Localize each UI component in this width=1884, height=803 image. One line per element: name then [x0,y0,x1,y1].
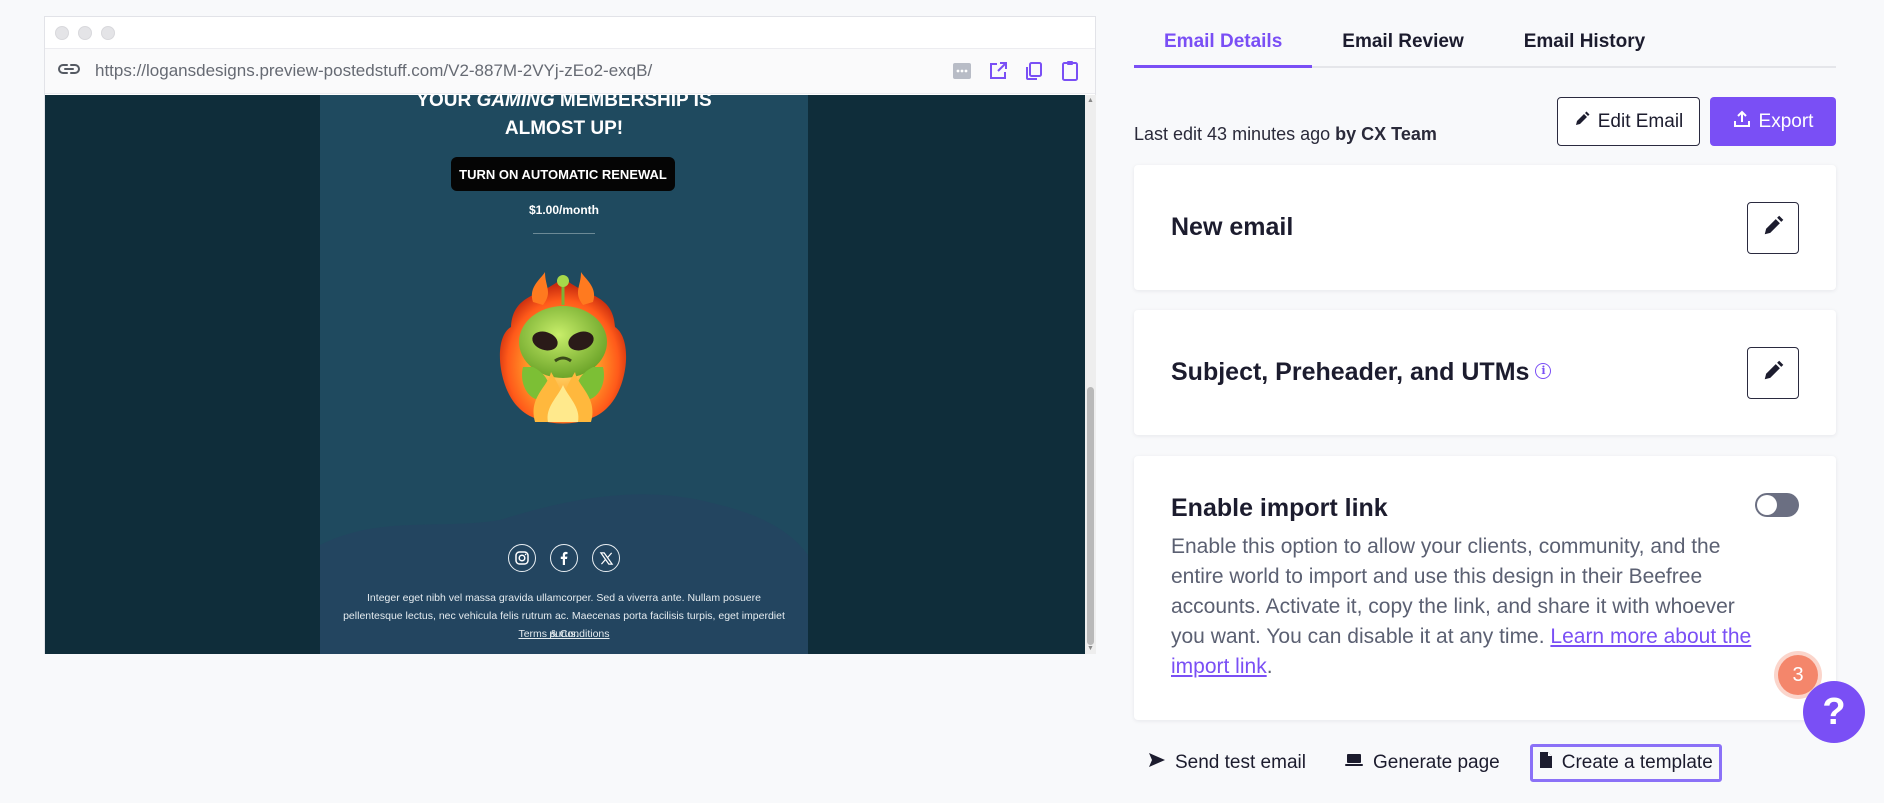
instagram-icon[interactable] [508,544,536,572]
edit-new-email-button[interactable] [1747,202,1799,254]
toggle-knob [1757,495,1777,515]
headline-text: MEMBERSHIP IS [554,95,712,111]
generate-page-label: Generate page [1372,752,1500,773]
x-twitter-icon[interactable] [592,544,620,572]
preview-url[interactable]: https://logansdesigns.preview-postedstuf… [95,61,949,81]
more-options-icon[interactable] [949,58,975,84]
info-icon[interactable]: i [1535,362,1552,379]
subject-title: Subject, Preheader, and UTMs i [1171,358,1552,387]
window-control-dot[interactable] [78,26,92,40]
copy-icon[interactable] [1021,58,1047,84]
export-button[interactable]: Export [1710,97,1836,146]
send-test-email-label: Send test email [1175,752,1306,773]
preview-scrollbar[interactable]: ▲ ▼ [1085,95,1096,654]
file-icon [1539,751,1553,775]
help-button[interactable]: ? [1803,681,1865,743]
renewal-cta-button[interactable]: TURN ON AUTOMATIC RENEWAL [451,157,675,191]
facebook-icon[interactable] [550,544,578,572]
tab-email-details[interactable]: Email Details [1134,18,1313,68]
tab-email-history[interactable]: Email History [1494,18,1675,66]
import-link-title: Enable import link [1171,494,1388,522]
scroll-up-arrow-icon[interactable]: ▲ [1087,97,1094,104]
clipboard-icon[interactable] [1057,58,1083,84]
import-desc-end: . [1266,655,1273,678]
tab-email-review[interactable]: Email Review [1312,18,1493,66]
last-edit-time: Last edit 43 minutes ago [1134,124,1331,144]
pencil-icon [1574,111,1590,133]
create-template-button[interactable]: Create a template [1529,744,1722,782]
scroll-down-arrow-icon[interactable]: ▼ [1087,645,1094,652]
headline-emphasis: GAMING [476,95,555,111]
divider [533,233,595,234]
new-email-card: New email [1134,165,1836,290]
browser-titlebar [45,17,1095,49]
paper-plane-icon [1148,752,1166,774]
laptop-icon [1344,752,1364,774]
generate-page-button[interactable]: Generate page [1336,746,1508,780]
social-links [320,544,808,572]
subject-title-text: Subject, Preheader, and UTMs [1171,358,1530,386]
headline-line-two: ALMOST UP! [504,118,624,139]
open-external-icon[interactable] [985,58,1011,84]
import-link-toggle[interactable] [1755,493,1799,517]
bottom-actions: Send test email Generate page Create a t… [1140,744,1722,782]
edit-subject-button[interactable] [1747,347,1799,399]
email-headline: YOUR GAMING MEMBERSHIP IS ALMOST UP! [320,95,808,143]
pencil-icon [1762,360,1784,387]
upload-icon [1733,110,1751,134]
export-label: Export [1758,110,1814,132]
send-test-email-button[interactable]: Send test email [1140,746,1314,780]
headline-text: YOUR [416,95,477,111]
last-edit-info: Last edit 43 minutes ago by CX Team [1134,124,1437,145]
email-body: YOUR GAMING MEMBERSHIP IS ALMOST UP! TUR… [320,95,808,654]
pencil-icon [1762,215,1784,242]
email-preview-viewport[interactable]: YOUR GAMING MEMBERSHIP IS ALMOST UP! TUR… [45,95,1085,654]
link-icon [57,62,81,81]
fire-alien-mascot-image [499,272,627,424]
price-label: $1.00/month [528,203,600,217]
edit-email-button[interactable]: Edit Email [1557,97,1700,146]
import-link-card: Enable import link Enable this option to… [1134,456,1836,720]
url-bar: https://logansdesigns.preview-postedstuf… [45,49,1095,94]
create-template-label: Create a template [1561,752,1713,773]
scrollbar-thumb[interactable] [1087,387,1094,645]
preview-browser-window: https://logansdesigns.preview-postedstuf… [44,16,1096,654]
new-email-title: New email [1171,213,1294,241]
window-control-dot[interactable] [101,26,115,40]
import-link-description: Enable this option to allow your clients… [1171,532,1771,682]
subject-card: Subject, Preheader, and UTMs i [1134,310,1836,435]
terms-link[interactable]: Terms & Conditions [320,628,808,640]
edit-email-label: Edit Email [1597,110,1684,132]
details-tabs: Email Details Email Review Email History [1134,18,1836,68]
window-control-dot[interactable] [55,26,69,40]
last-edit-author: by CX Team [1335,124,1437,144]
